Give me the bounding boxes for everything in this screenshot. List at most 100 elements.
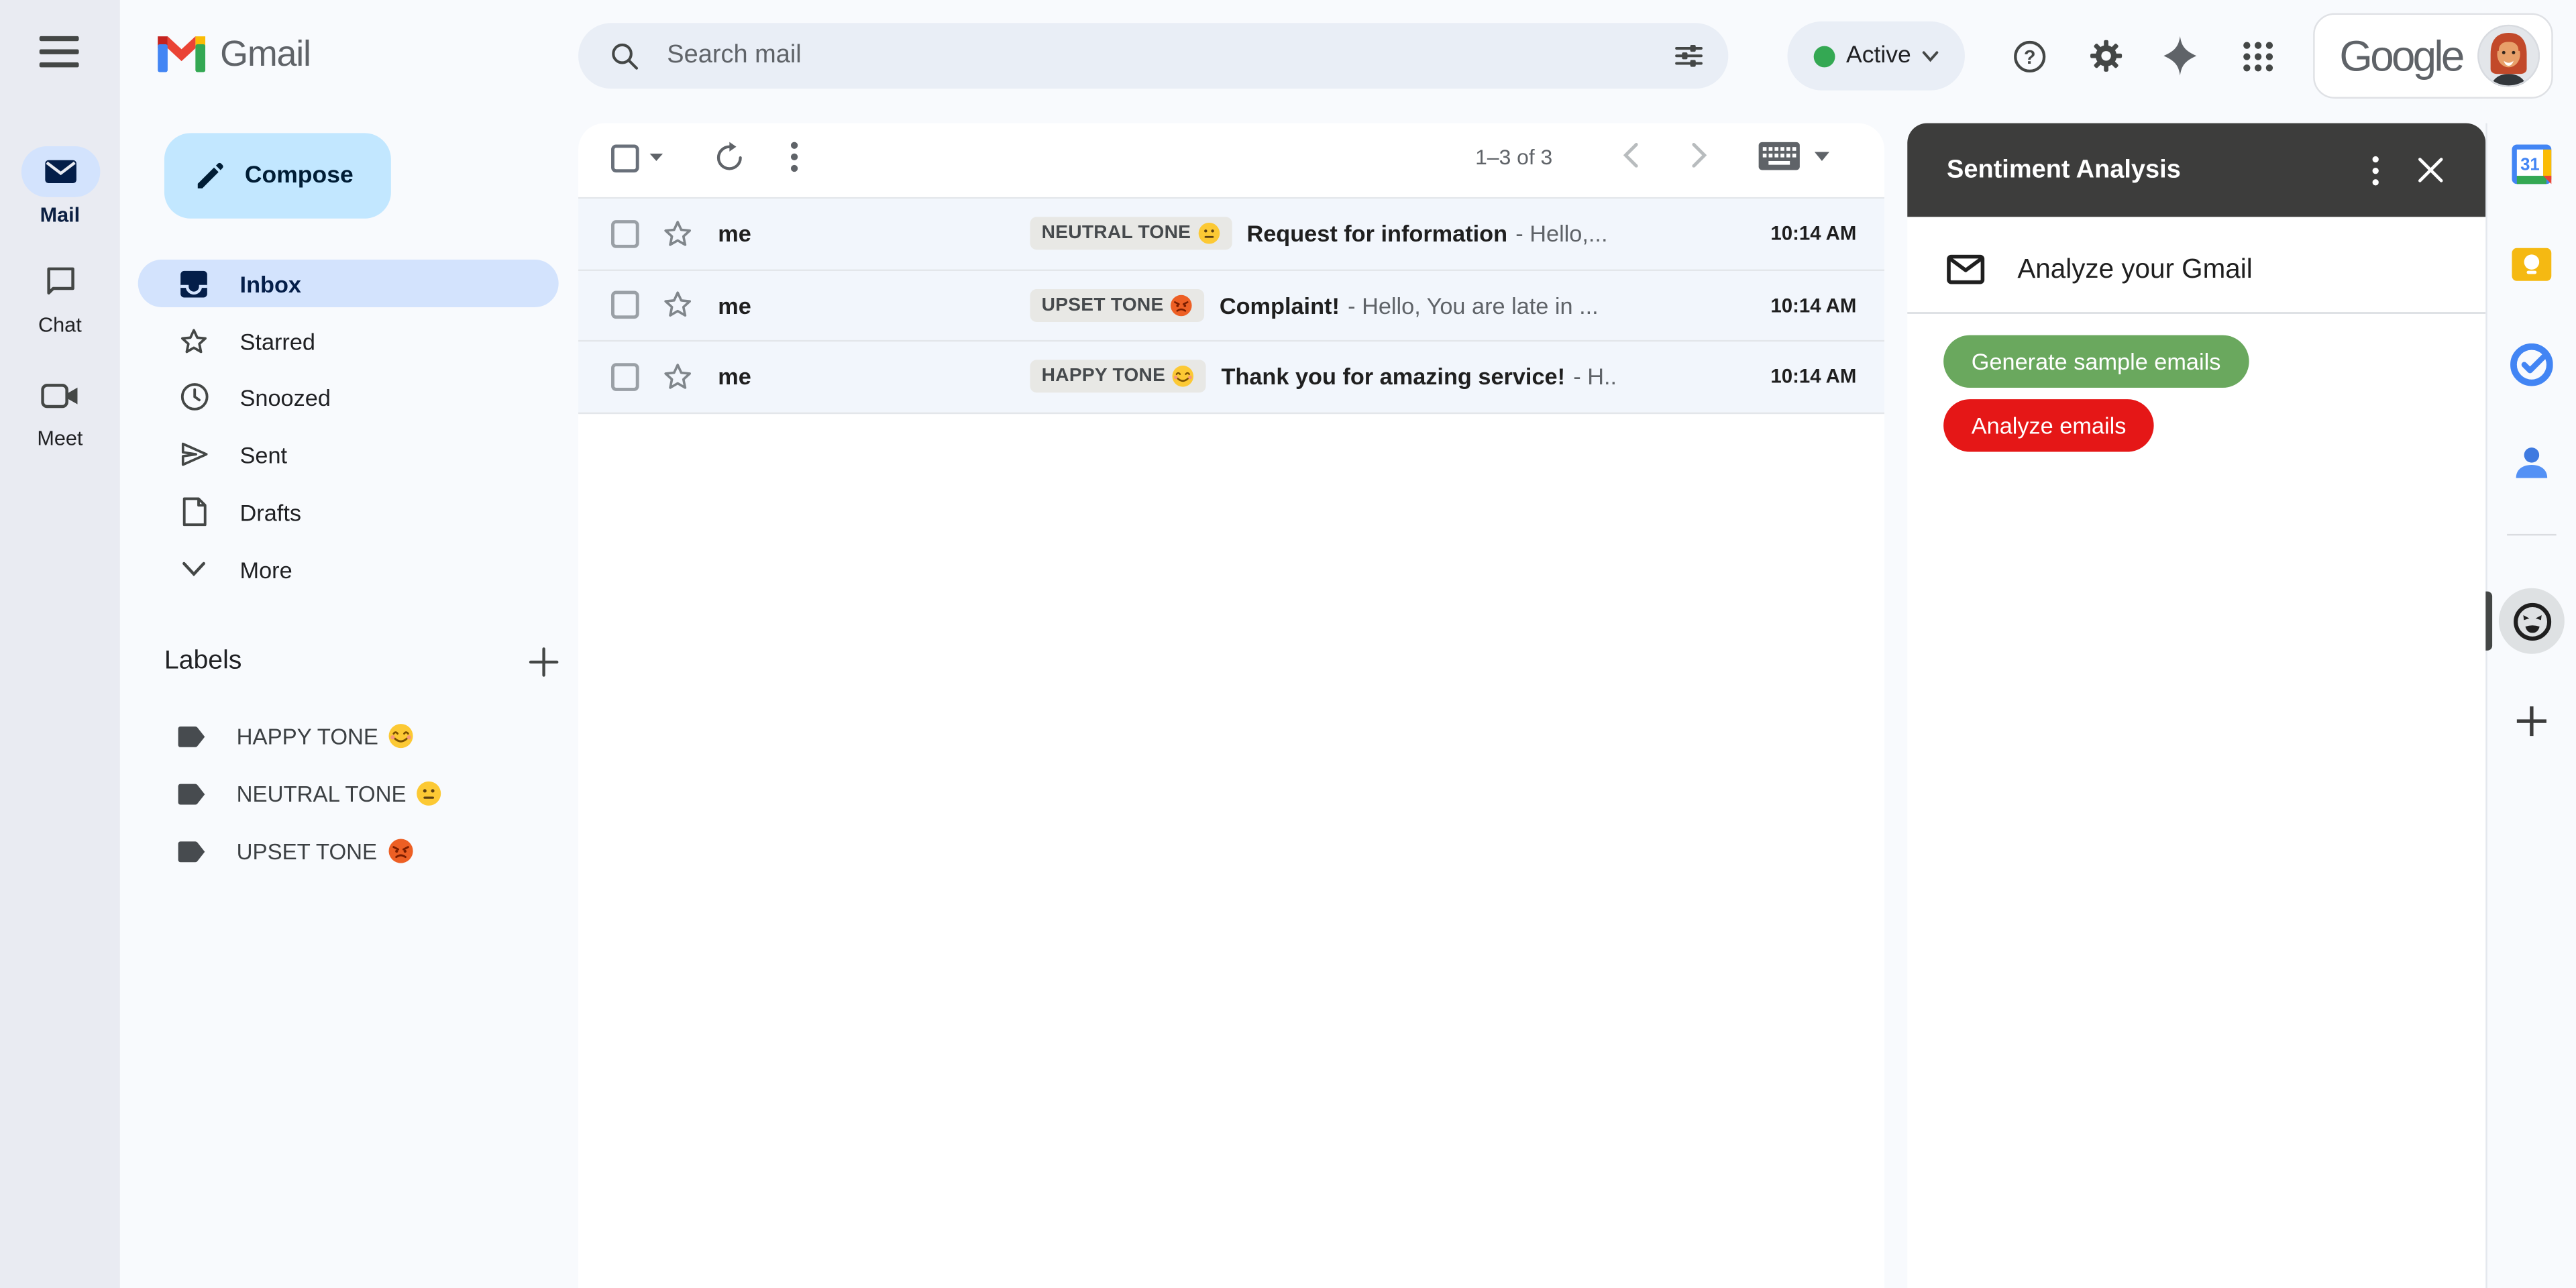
calendar-icon[interactable]: 31 — [2510, 143, 2553, 186]
smiling-face-emoji — [388, 723, 415, 749]
email-row[interactable]: me UPSET TONE Complaint! - Hello, You ar… — [578, 270, 1884, 342]
label-name: HAPPY TONE — [237, 724, 378, 749]
sidebar-item-label: More — [240, 556, 292, 582]
sidebar-item-more[interactable]: More — [138, 545, 559, 593]
envelope-icon — [1947, 255, 1984, 284]
email-sender: me — [718, 221, 1030, 247]
side-panel-rail: 31 — [2485, 123, 2576, 1288]
neutral-face-emoji — [416, 780, 442, 806]
sidebar-item-label: Snoozed — [240, 384, 331, 410]
label-item-happy-tone[interactable]: HAPPY TONE — [138, 713, 559, 759]
pencil-icon — [194, 160, 225, 192]
settings-gear-icon[interactable] — [2088, 38, 2125, 74]
sidebar-item-snoozed[interactable]: Snoozed — [138, 373, 559, 421]
google-account-card[interactable]: Google — [2313, 13, 2553, 99]
mail-icon — [44, 160, 76, 184]
get-addons-plus-icon[interactable] — [2515, 705, 2548, 738]
sidebar-item-drafts[interactable]: Drafts — [138, 488, 559, 535]
label-tag-icon — [177, 724, 207, 749]
search-icon[interactable] — [608, 40, 641, 72]
input-tools-keyboard-icon[interactable] — [1758, 142, 1801, 171]
search-bar[interactable] — [578, 23, 1728, 89]
analyze-emails-button[interactable]: Analyze emails — [1943, 399, 2154, 451]
label-tag-icon — [177, 839, 207, 863]
contacts-icon[interactable] — [2512, 443, 2551, 483]
rail-item-meet[interactable]: Meet — [0, 380, 120, 450]
create-label-icon[interactable] — [529, 647, 559, 677]
meet-icon — [40, 380, 80, 413]
email-snippet: - H.. — [1573, 364, 1770, 390]
sidebar-item-label: Inbox — [240, 270, 301, 297]
row-star-icon[interactable] — [660, 217, 694, 251]
email-time: 10:14 AM — [1770, 222, 1856, 245]
email-snippet: - Hello, You are late in ... — [1348, 292, 1770, 318]
rail-item-mail[interactable]: Mail — [0, 146, 120, 227]
send-icon — [177, 438, 210, 471]
label-tag-icon — [177, 781, 207, 806]
generate-sample-emails-button[interactable]: Generate sample emails — [1943, 335, 2249, 388]
star-icon — [177, 325, 210, 358]
search-options-icon[interactable] — [1672, 40, 1705, 72]
sparkle-icon[interactable] — [2162, 38, 2198, 74]
addon-panel-title: Sentiment Analysis — [1947, 155, 2354, 184]
addon-panel-header: Sentiment Analysis — [1907, 123, 2485, 217]
sentiment-addon-icon[interactable] — [2499, 588, 2565, 654]
smiling-face-emoji — [1172, 365, 1195, 388]
compose-button[interactable]: Compose — [164, 133, 391, 218]
input-tools-dropdown-icon[interactable] — [1814, 151, 1830, 162]
apps-grid-icon[interactable] — [2239, 38, 2275, 74]
google-wordmark: Google — [2339, 30, 2462, 81]
hamburger-menu-icon[interactable] — [40, 36, 79, 76]
older-page-icon[interactable] — [1692, 143, 1707, 168]
addon-heading-row: Analyze your Gmail — [1947, 241, 2253, 297]
email-row[interactable]: me NEUTRAL TONE Request for information … — [578, 199, 1884, 270]
status-label: Active — [1846, 43, 1911, 69]
sidebar-item-inbox[interactable]: Inbox — [138, 260, 559, 307]
keep-icon[interactable] — [2510, 243, 2553, 286]
email-subject: Request for information — [1246, 221, 1507, 247]
row-star-icon[interactable] — [660, 360, 694, 394]
sidebar-item-label: Starred — [240, 328, 315, 354]
angry-face-emoji — [1170, 294, 1193, 317]
label-name: NEUTRAL TONE — [237, 781, 407, 806]
email-subject: Complaint! — [1220, 292, 1340, 318]
select-all-checkbox[interactable] — [611, 145, 639, 173]
label-item-neutral-tone[interactable]: NEUTRAL TONE — [138, 771, 559, 817]
row-checkbox[interactable] — [611, 220, 639, 248]
email-sender: me — [718, 292, 1030, 318]
angry-face-emoji — [387, 838, 413, 864]
rail-meet-label: Meet — [0, 427, 120, 450]
label-name: UPSET TONE — [237, 839, 377, 863]
row-checkbox[interactable] — [611, 363, 639, 391]
refresh-icon[interactable] — [713, 142, 746, 174]
rail-chat-label: Chat — [0, 314, 120, 337]
select-dropdown-icon[interactable] — [649, 153, 663, 163]
tasks-icon[interactable] — [2510, 343, 2553, 386]
search-input[interactable] — [663, 40, 1672, 72]
row-star-icon[interactable] — [660, 288, 694, 322]
label-item-upset-tone[interactable]: UPSET TONE — [138, 828, 559, 874]
status-dropdown[interactable]: Active — [1787, 21, 1964, 91]
more-options-icon[interactable] — [790, 142, 798, 173]
mail-pill[interactable] — [21, 146, 100, 197]
sidebar-item-starred[interactable]: Starred — [138, 317, 559, 365]
addon-more-options-icon[interactable] — [2354, 155, 2397, 184]
clock-icon — [177, 380, 210, 413]
email-snippet: - Hello,... — [1515, 221, 1770, 247]
newer-page-icon[interactable] — [1623, 143, 1638, 168]
email-time: 10:14 AM — [1770, 294, 1856, 317]
row-checkbox[interactable] — [611, 291, 639, 319]
gmail-logo[interactable]: Gmail — [158, 33, 311, 76]
rail-item-chat[interactable]: Chat — [0, 263, 120, 337]
list-toolbar: 1–3 of 3 — [578, 123, 1884, 197]
avatar[interactable] — [2477, 25, 2540, 87]
email-row[interactable]: me HAPPY TONE Thank you for amazing serv… — [578, 341, 1884, 413]
inbox-icon — [177, 267, 210, 300]
rail-mail-label: Mail — [0, 204, 120, 227]
labels-title: Labels — [164, 647, 241, 677]
help-icon[interactable]: ? — [2011, 38, 2047, 74]
mail-list-pane: 1–3 of 3 — [578, 123, 1884, 1288]
addon-close-icon[interactable] — [2397, 158, 2463, 182]
sentiment-analysis-panel: Sentiment Analysis Analyze your Gmail Ge… — [1907, 123, 2485, 1288]
sidebar-item-sent[interactable]: Sent — [138, 431, 559, 478]
